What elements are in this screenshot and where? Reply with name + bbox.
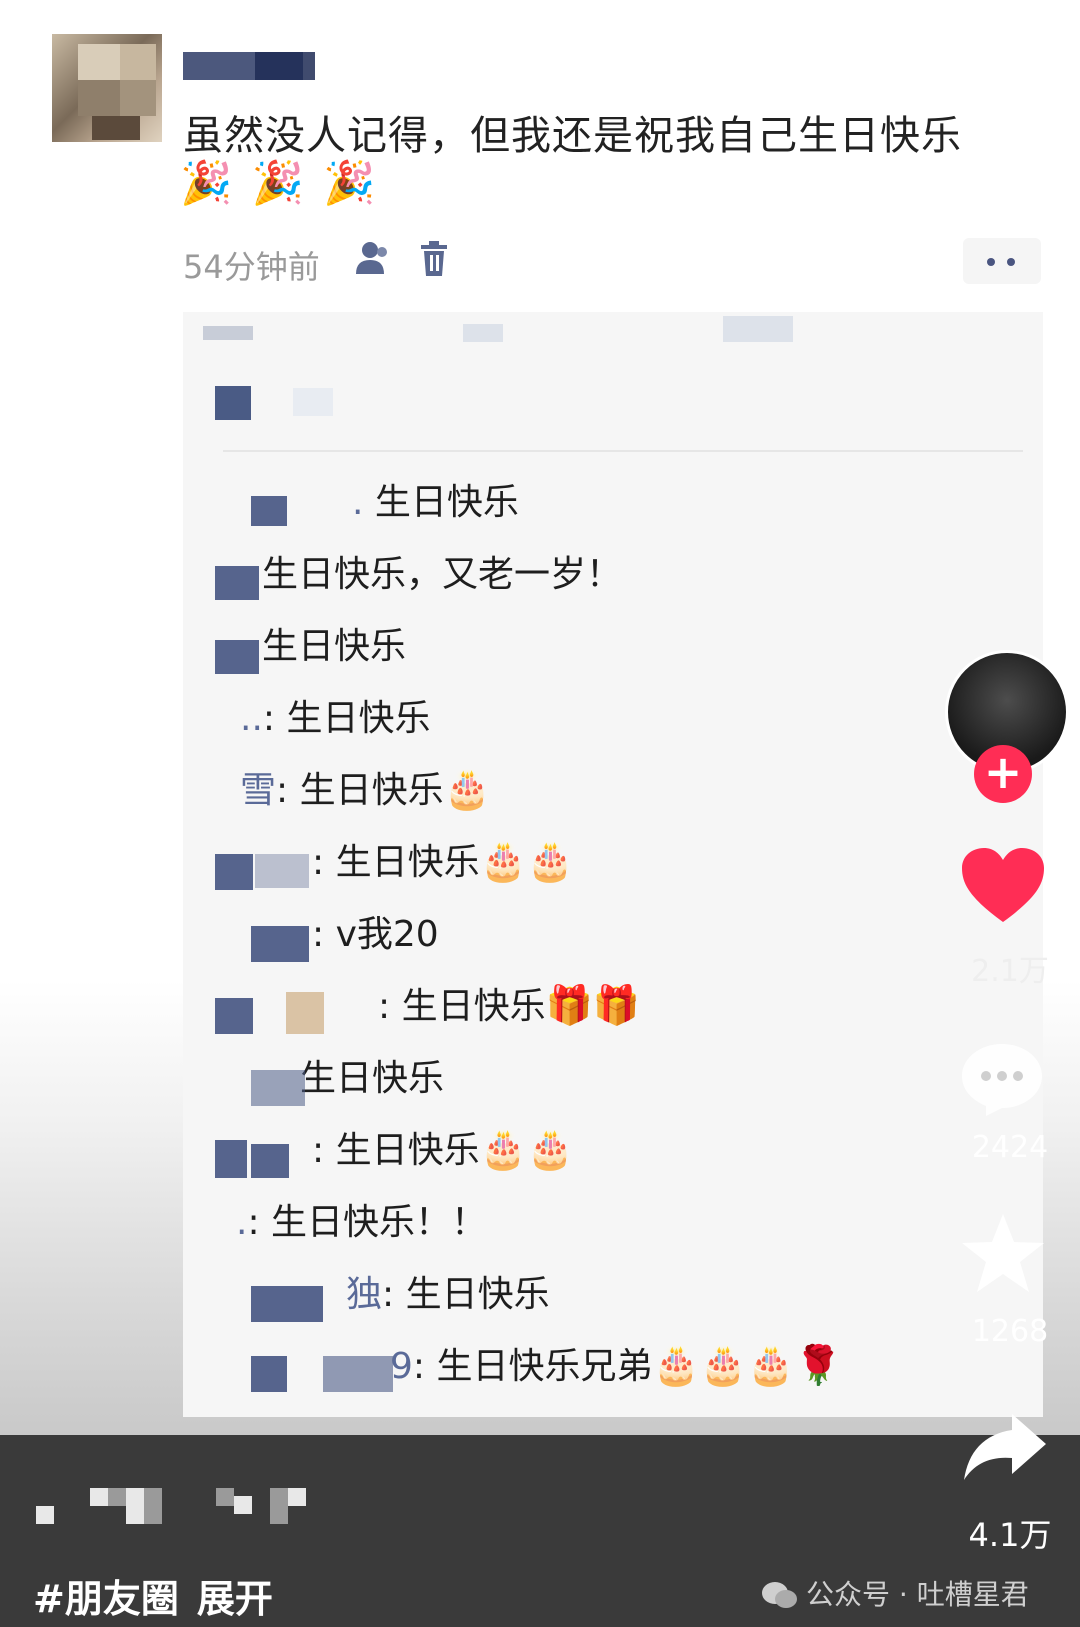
author-name-blur [216,1488,234,1506]
favorite-count: 1268 [971,1314,1049,1349]
party-emoji-row: 🎉 🎉 🎉 [180,158,382,208]
commenter-name-blur [323,1356,393,1392]
post-text: 虽然没人记得，但我还是祝我自己生日快乐 [183,113,962,159]
poster-avatar[interactable] [52,34,162,142]
heart-icon[interactable] [960,846,1046,928]
comment-count: 2424 [971,1130,1049,1165]
comment-line: 生日快乐 [300,1058,445,1099]
like-count: 2.1万 [971,954,1049,989]
party-popper-icon: 🎉 [180,158,233,207]
author-name-blur [270,1488,288,1524]
comment-line: ..: 生日快乐 [240,698,431,739]
comment-icon[interactable] [958,1040,1046,1122]
caption: #朋友圈 展开 [33,1568,291,1623]
comment-line: : 生日快乐🎂🎂 [312,1127,575,1171]
comment-line: 生日快乐，又老一岁！ [262,554,623,595]
commenter-name-blur [251,926,309,962]
commenter-name-blur [251,1286,323,1322]
comment-line: 9: 生日快乐兄弟🎂🎂🎂🌹 [390,1343,842,1387]
commenter-avatar [215,386,251,420]
author-name-blur [108,1488,126,1506]
share-count: 4.1万 [968,1516,1052,1554]
author-name-blur [90,1488,108,1506]
divider [223,450,1023,452]
commenter-name-blur [251,496,287,526]
commenter-name-blur [251,1356,287,1392]
party-popper-icon: 🎉 [323,158,376,207]
comment-line: : v我20 [312,914,439,955]
commenter-name-blur [215,640,259,674]
wechat-icon [762,1582,797,1608]
author-name-blur [36,1506,54,1524]
comment-line: : 生日快乐🎂🎂 [312,839,575,883]
comment-header-blur [203,326,253,340]
commenter-name-blur [251,1144,289,1178]
author-name-blur [288,1488,306,1506]
commenter-name-blur [215,854,253,890]
author-name-blur [234,1496,252,1514]
comment-line: 雪: 生日快乐🎂 [240,767,491,811]
trash-icon[interactable] [419,240,449,282]
commenter-name-blur [215,998,253,1034]
comment-line: 独: 生日快乐 [346,1274,550,1315]
comment-line: : 生日快乐🎁🎁 [378,983,641,1027]
party-popper-icon: 🎉 [251,158,304,207]
commenter-name-blur [293,388,333,416]
star-icon[interactable] [960,1212,1046,1298]
commenter-name-blur [255,854,309,888]
watermark: 公众号 · 吐槽星君 [760,1573,1029,1613]
contact-icon[interactable] [352,240,394,280]
comment-header-blur [723,316,793,342]
comment-line: . 生日快乐 [352,482,519,523]
hashtag-link[interactable]: #朋友圈 [33,1577,179,1621]
author-name-blur [126,1488,144,1524]
comment-line: .: 生日快乐！！ [236,1202,488,1243]
comment-header-blur [463,324,503,342]
commenter-name-blur [251,1070,305,1106]
follow-button[interactable]: + [974,745,1032,803]
more-icon[interactable] [963,238,1041,284]
author-name-blur [144,1488,162,1524]
post-time: 54分钟前 [183,248,320,286]
poster-name-blur-2 [255,52,315,80]
comment-line: 生日快乐 [262,626,407,667]
commenter-name-blur [215,1140,247,1178]
share-icon[interactable] [962,1412,1048,1486]
commenter-name-blur [286,992,324,1034]
commenter-name-blur [215,566,259,600]
expand-button[interactable]: 展开 [197,1577,273,1621]
